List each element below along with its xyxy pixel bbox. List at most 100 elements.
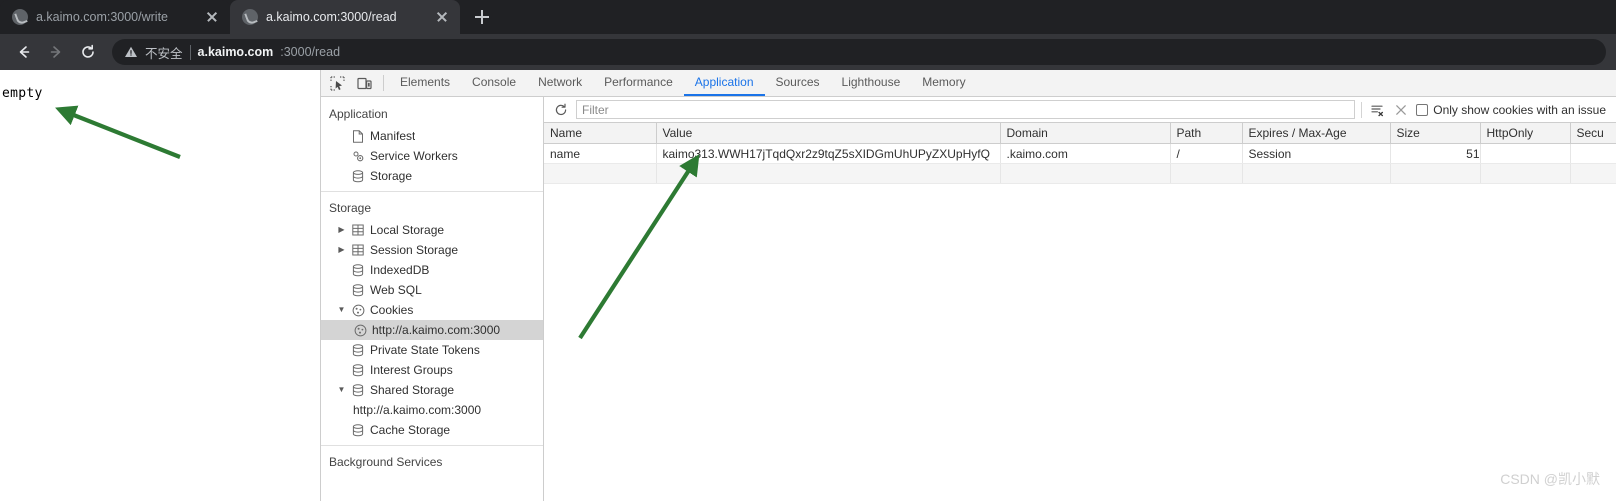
column-header-path[interactable]: Path [1170, 123, 1243, 144]
browser-tab-write[interactable]: a.kaimo.com:3000/write [0, 0, 230, 34]
sidebar-item-label: Manifest [370, 129, 416, 143]
sidebar-item-label: IndexedDB [370, 263, 430, 277]
devtools-tab-console[interactable]: Console [461, 70, 527, 96]
column-header-value[interactable]: Value [656, 123, 1001, 144]
globe-icon [242, 9, 258, 25]
filterbar-divider [1361, 101, 1363, 118]
clear-filters-glyph [1371, 105, 1384, 116]
devtools-panel: Elements Console Network Performance App… [320, 70, 1616, 501]
toolbar-divider [383, 75, 384, 91]
url-path: :3000/read [280, 45, 341, 59]
sidebar-item-storage[interactable]: Storage [321, 166, 543, 186]
warning-triangle-icon [125, 46, 137, 57]
clear-filters-icon[interactable] [1368, 103, 1386, 117]
devtools-tab-application[interactable]: Application [683, 70, 765, 96]
sidebar-item-session-storage[interactable]: ▶ Session Storage [321, 240, 543, 260]
refresh-icon[interactable] [552, 103, 570, 117]
devtools-tab-memory[interactable]: Memory [911, 70, 976, 96]
table-row[interactable]: name kaimo313.WWH17jTqdQxr2z9tqZ5sXIDGmU… [544, 143, 1616, 164]
chevron-right-icon[interactable]: ▶ [337, 246, 346, 254]
new-tab-button[interactable] [468, 3, 496, 31]
sidebar-section-application: Application [329, 107, 388, 121]
sidebar-item-shared-storage-origin[interactable]: http://a.kaimo.com:3000 [321, 400, 543, 420]
sidebar-section-storage: Storage [329, 201, 372, 215]
browser-tab-title: a.kaimo.com:3000/read [266, 10, 397, 24]
filler-cell [1390, 163, 1481, 184]
browser-tab-read[interactable]: a.kaimo.com:3000/read [230, 0, 460, 34]
column-header-httponly[interactable]: HttpOnly [1480, 123, 1571, 144]
browser-chrome: a.kaimo.com:3000/write a.kaimo.com:3000/… [0, 0, 1616, 70]
sidebar-item-label: http://a.kaimo.com:3000 [353, 403, 482, 417]
cell-httponly [1480, 143, 1571, 164]
cell-domain: .kaimo.com [1000, 143, 1171, 164]
filler-cell [1242, 163, 1391, 184]
sidebar-item-shared-storage[interactable]: ▼ Shared Storage [321, 380, 543, 400]
sidebar-item-label: Service Workers [370, 149, 458, 163]
only-show-issues-checkbox[interactable] [1416, 103, 1429, 116]
table-icon [351, 224, 365, 236]
column-header-domain[interactable]: Domain [1000, 123, 1171, 144]
cell-value: kaimo313.WWH17jTqdQxr2z9tqZ5sXIDGmUhUPyZ… [656, 143, 1001, 164]
inspect-element-icon[interactable] [324, 70, 351, 96]
inspect-element-glyph [330, 75, 345, 91]
sidebar-item-private-state-tokens[interactable]: Private State Tokens [321, 340, 543, 360]
sidebar-item-indexeddb[interactable]: IndexedDB [321, 260, 543, 280]
sidebar-item-service-workers[interactable]: Service Workers [321, 146, 543, 166]
close-icon[interactable] [434, 9, 450, 25]
filler-cell [1480, 163, 1571, 184]
sidebar-item-manifest[interactable]: Manifest [321, 126, 543, 146]
sidebar-item-cache-storage[interactable]: Cache Storage [321, 420, 543, 440]
sidebar-item-label: Storage [370, 169, 413, 183]
application-sidebar: Application Manifest Service Workers Sto… [321, 97, 544, 501]
globe-icon [12, 9, 28, 25]
devtools-tab-sources[interactable]: Sources [765, 70, 831, 96]
sidebar-item-label: Web SQL [370, 283, 422, 297]
sidebar-divider [321, 191, 543, 192]
database-icon [351, 423, 365, 437]
sidebar-item-cookie-origin[interactable]: http://a.kaimo.com:3000 [321, 320, 543, 340]
devtools-tab-network[interactable]: Network [527, 70, 593, 96]
filter-input[interactable] [576, 100, 1356, 119]
url-host: a.kaimo.com [197, 45, 274, 59]
table-icon [351, 244, 365, 256]
page-viewport: empty [0, 70, 320, 501]
reload-button[interactable] [74, 38, 102, 66]
database-icon [351, 383, 365, 397]
close-icon[interactable] [1392, 103, 1410, 117]
column-header-secure[interactable]: Secu [1570, 123, 1616, 144]
tab-strip: a.kaimo.com:3000/write a.kaimo.com:3000/… [0, 0, 1616, 34]
devtools-tab-performance[interactable]: Performance [593, 70, 684, 96]
cookies-filter-bar: Only show cookies with an issue [544, 97, 1616, 123]
back-button[interactable] [10, 38, 38, 66]
cell-path: / [1170, 143, 1243, 164]
chevron-down-icon[interactable]: ▼ [337, 386, 346, 394]
only-show-issues-toggle[interactable]: Only show cookies with an issue [1416, 103, 1610, 117]
devtools-tab-elements[interactable]: Elements [389, 70, 461, 96]
arrow-left-icon [19, 46, 30, 58]
only-show-issues-label: Only show cookies with an issue [1433, 102, 1606, 117]
gear-icon [351, 150, 365, 163]
cell-name: name [544, 143, 657, 164]
cookies-table-container[interactable]: Name Value Domain Path Expires / Max-Age… [544, 123, 1616, 501]
column-header-expires[interactable]: Expires / Max-Age [1242, 123, 1391, 144]
filler-cell [1570, 163, 1616, 184]
security-label: 不安全 [145, 46, 183, 61]
address-bar[interactable]: 不安全 a.kaimo.com :3000/read [112, 39, 1606, 65]
sidebar-item-label: Cache Storage [370, 423, 451, 437]
chevron-right-icon[interactable]: ▶ [337, 226, 346, 234]
cookie-icon [353, 324, 367, 337]
cell-size: 51 [1390, 143, 1481, 164]
device-toolbar-icon[interactable] [351, 70, 378, 96]
forward-button[interactable] [42, 38, 70, 66]
close-icon[interactable] [204, 9, 220, 25]
sidebar-item-interest-groups[interactable]: Interest Groups [321, 360, 543, 380]
sidebar-item-local-storage[interactable]: ▶ Local Storage [321, 220, 543, 240]
column-header-size[interactable]: Size [1390, 123, 1481, 144]
devtools-tab-lighthouse[interactable]: Lighthouse [831, 70, 912, 96]
sidebar-item-cookies[interactable]: ▼ Cookies [321, 300, 543, 320]
sidebar-item-web-sql[interactable]: Web SQL [321, 280, 543, 300]
device-toolbar-glyph [357, 77, 372, 89]
chevron-down-icon[interactable]: ▼ [337, 306, 346, 314]
cell-expires: Session [1242, 143, 1391, 164]
column-header-name[interactable]: Name [544, 123, 657, 144]
